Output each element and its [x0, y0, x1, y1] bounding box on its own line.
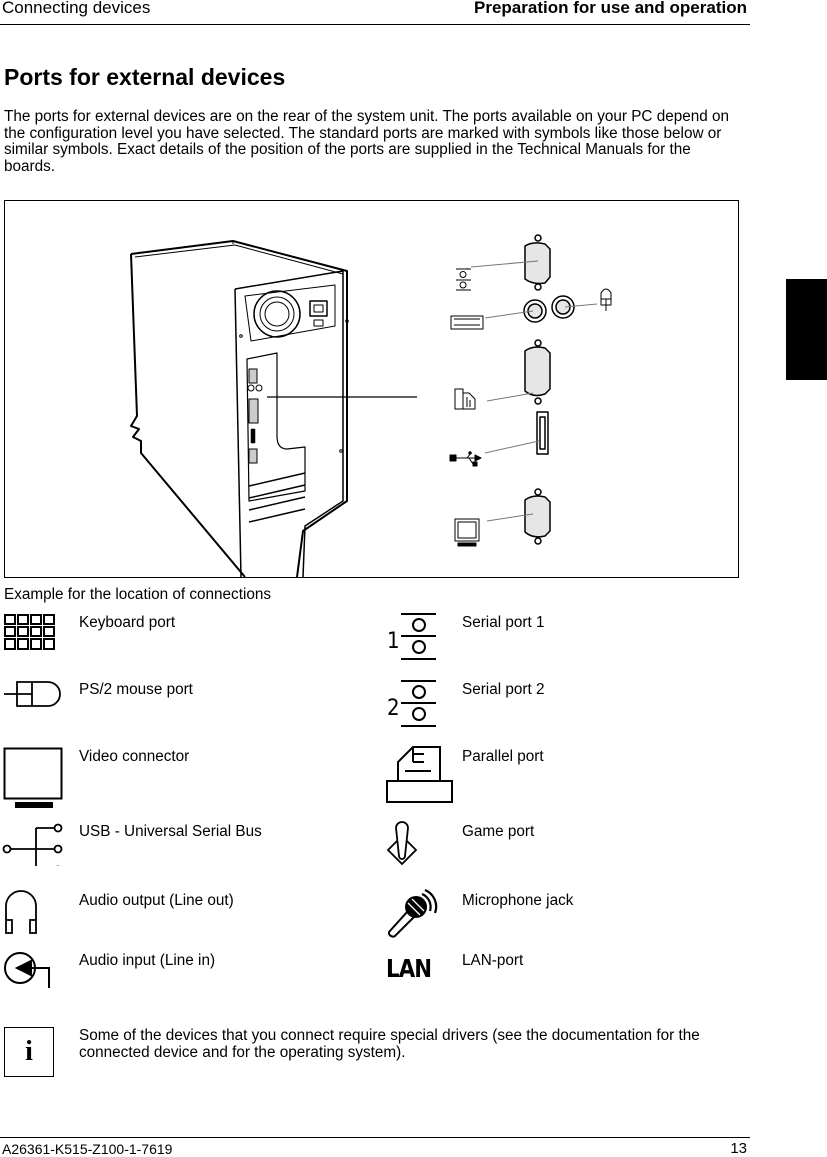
monitor-icon — [3, 747, 63, 808]
serial-port-1-icon: 1 — [387, 613, 436, 660]
printer-icon — [386, 746, 453, 803]
intro-paragraph: The ports for external devices are on th… — [4, 108, 730, 175]
serial-connector — [466, 234, 551, 291]
usb-icon — [2, 823, 63, 866]
info-note-text: Some of the devices that you connect req… — [79, 1027, 700, 1061]
footer-rule — [0, 1137, 750, 1138]
running-header-section: Connecting devices — [2, 0, 151, 17]
legend-label: Game port — [462, 823, 535, 840]
mouse-icon — [4, 681, 61, 707]
page-number: 13 — [730, 1140, 747, 1157]
legend-label: Serial port 1 — [462, 614, 545, 631]
serial-digit: 2 — [387, 696, 400, 721]
vga-connector — [486, 488, 551, 545]
lan-icon: LAN — [386, 954, 432, 983]
legend-label: Parallel port — [462, 748, 544, 765]
header-rule — [0, 24, 750, 25]
legend-label: LAN-port — [462, 952, 524, 969]
microphone-icon — [387, 889, 438, 938]
legend-label: Audio output (Line out) — [79, 892, 234, 909]
legend-label: Keyboard port — [79, 614, 176, 631]
serial-port-2-icon: 2 — [387, 680, 436, 727]
usb-connector — [484, 411, 549, 455]
info-icon: i — [4, 1027, 54, 1077]
legend-label: USB - Universal Serial Bus — [79, 823, 262, 840]
line-in-icon — [4, 952, 50, 988]
usb-small-icon — [449, 451, 482, 467]
serial-port-icon — [456, 268, 471, 291]
headphones-icon — [5, 890, 37, 934]
joystick-icon — [386, 821, 418, 866]
serial-digit: 1 — [387, 629, 400, 654]
connector-details — [449, 234, 612, 547]
running-header-chapter: Preparation for use and operation — [474, 0, 747, 17]
legend-label: Audio input (Line in) — [79, 952, 216, 969]
chapter-tab-marker — [786, 279, 827, 380]
legend-label: PS/2 mouse port — [79, 681, 193, 698]
legend-label: Microphone jack — [462, 892, 574, 909]
pc-tower-illustration — [130, 240, 417, 577]
figure-caption: Example for the location of connections — [4, 586, 272, 603]
keyboard-icon — [4, 614, 55, 650]
parallel-connector — [486, 339, 551, 405]
legend-label: Serial port 2 — [462, 681, 545, 698]
rear-panel-figure — [4, 200, 739, 578]
page-title: Ports for external devices — [4, 64, 286, 90]
mouse-small-icon — [600, 288, 612, 311]
printer-small-icon — [454, 388, 476, 410]
monitor-small-icon — [454, 518, 480, 547]
keyboard-small-icon — [450, 315, 484, 330]
legend-label: Video connector — [79, 748, 190, 765]
